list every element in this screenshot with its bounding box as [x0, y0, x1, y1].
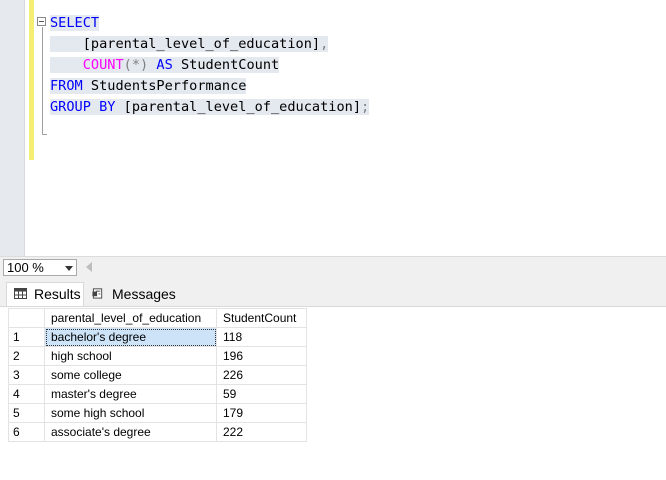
alias-token: StudentCount	[172, 57, 280, 73]
code-line: FROM StudentsPerformance	[50, 76, 369, 97]
grid-cell[interactable]: master's degree	[44, 384, 217, 404]
tab-results-label: Results	[34, 286, 81, 302]
row-number[interactable]: 2	[8, 346, 45, 366]
grid-header-row: parental_level_of_education StudentCount	[8, 308, 307, 328]
grid-cell[interactable]: 196	[216, 346, 307, 366]
keyword-token: SELECT	[50, 15, 100, 31]
row-number[interactable]: 4	[8, 384, 45, 404]
zoom-value: 100 %	[7, 260, 44, 275]
table-token: StudentsPerformance	[82, 78, 247, 94]
table-row: 3 some college 226	[8, 365, 307, 385]
row-number-header[interactable]	[8, 308, 45, 328]
grid-cell[interactable]: high school	[44, 346, 217, 366]
code-line: SELECT	[50, 13, 369, 34]
column-header[interactable]: parental_level_of_education	[44, 308, 217, 328]
keyword-token: GROUP BY	[50, 99, 116, 115]
operator-token: ,	[320, 36, 329, 52]
grid-cell[interactable]: 226	[216, 365, 307, 385]
table-row: 1 bachelor's degree 118	[8, 327, 307, 347]
results-tabs: Results Messages	[0, 277, 666, 307]
row-number[interactable]: 6	[8, 422, 45, 442]
table-row: 6 associate's degree 222	[8, 422, 307, 442]
grid-cell[interactable]: 118	[216, 327, 307, 347]
tab-results[interactable]: Results	[6, 282, 84, 306]
zoom-dropdown[interactable]: 100 %	[3, 259, 77, 276]
query-editor[interactable]: SELECT [parental_level_of_education], CO…	[0, 0, 666, 256]
function-token: COUNT	[82, 57, 124, 73]
grid-cell[interactable]: some college	[44, 365, 217, 385]
row-number[interactable]: 3	[8, 365, 45, 385]
column-token: [parental_level_of_education]	[115, 99, 362, 115]
messages-icon	[92, 288, 103, 299]
change-tracking-bar	[29, 0, 34, 160]
outline-end	[42, 134, 47, 135]
code-line: [parental_level_of_education],	[50, 34, 369, 55]
editor-margin	[0, 0, 25, 256]
results-grid-area: parental_level_of_education StudentCount…	[0, 307, 666, 480]
grid-cell[interactable]: bachelor's degree	[44, 327, 217, 347]
keyword-token: FROM	[50, 78, 83, 94]
grid-cell[interactable]: 222	[216, 422, 307, 442]
grid-cell[interactable]: 59	[216, 384, 307, 404]
grid-icon	[14, 288, 27, 299]
column-header[interactable]: StudentCount	[216, 308, 307, 328]
tab-messages-label: Messages	[112, 286, 176, 302]
operator-token: (*)	[123, 57, 149, 73]
table-row: 4 master's degree 59	[8, 384, 307, 404]
row-number[interactable]: 5	[8, 403, 45, 423]
column-token: [parental_level_of_education]	[50, 36, 321, 52]
chevron-down-icon[interactable]	[65, 266, 73, 271]
operator-token: ;	[361, 99, 370, 115]
collapse-icon[interactable]	[37, 17, 46, 26]
keyword-token: AS	[156, 57, 173, 73]
grid-cell[interactable]: 179	[216, 403, 307, 423]
table-row: 5 some high school 179	[8, 403, 307, 423]
editor-status-bar: 100 %	[0, 256, 666, 277]
table-row: 2 high school 196	[8, 346, 307, 366]
scroll-left-icon[interactable]	[86, 262, 92, 272]
outline-line	[42, 27, 43, 135]
sql-code[interactable]: SELECT [parental_level_of_education], CO…	[50, 13, 370, 118]
grid-cell[interactable]: associate's degree	[44, 422, 217, 442]
code-line: GROUP BY [parental_level_of_education];	[50, 97, 370, 118]
code-line: COUNT(*) AS StudentCount	[50, 55, 369, 76]
results-grid: parental_level_of_education StudentCount…	[8, 308, 307, 442]
tab-messages[interactable]: Messages	[88, 282, 184, 306]
grid-cell[interactable]: some high school	[44, 403, 217, 423]
row-number[interactable]: 1	[8, 327, 45, 347]
